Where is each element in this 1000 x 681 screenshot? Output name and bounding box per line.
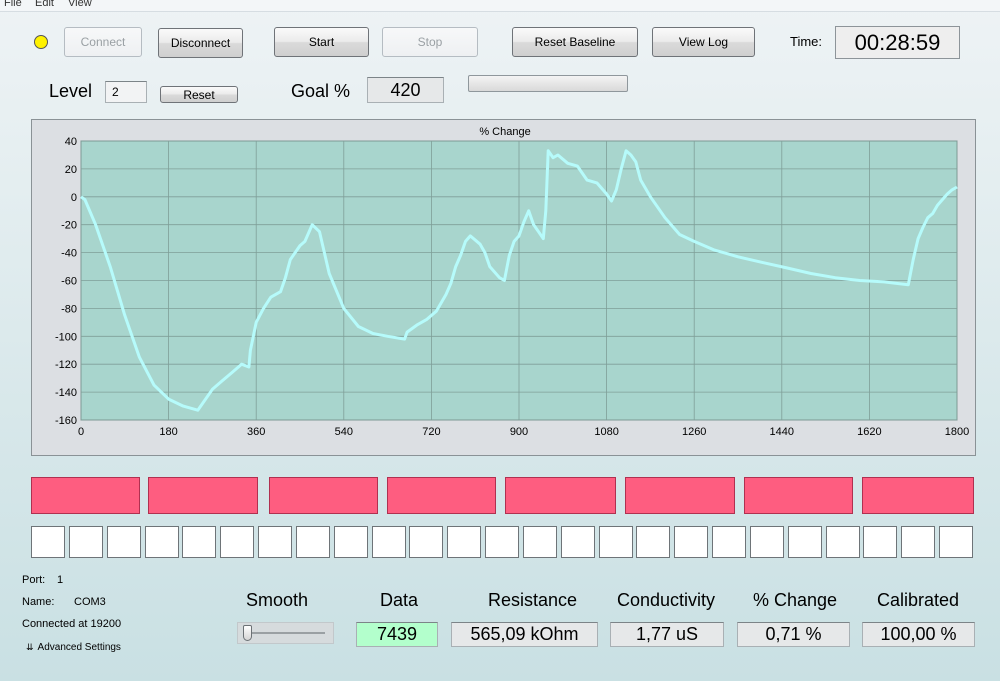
x-tick-label-5: 900 [510,426,528,438]
indicator-white-15 [561,526,595,558]
indicator-red-5 [505,477,616,514]
y-tick-label-0: 40 [65,136,77,148]
x-tick-label-6: 1080 [594,426,618,438]
indicator-white-16 [599,526,633,558]
x-tick-label-1: 180 [159,426,177,438]
indicator-red-7 [744,477,853,514]
resistance-label: Resistance [488,590,578,610]
level-reset-button[interactable]: Reset [160,86,238,103]
indicator-white-21 [788,526,822,558]
indicator-white-20 [750,526,784,558]
calibrated-label: Calibrated [877,590,960,610]
y-tick-label-8: -120 [55,359,77,371]
goal-progress-bar [468,75,628,92]
advanced-settings-toggle[interactable]: ⇊ Advanced Settings [26,642,121,653]
indicator-red-8 [862,477,974,514]
y-tick-label-5: -60 [61,276,77,288]
indicator-white-19 [712,526,746,558]
indicator-white-11 [409,526,443,558]
indicator-white-22 [826,526,860,558]
y-tick-label-7: -100 [55,331,77,343]
stop-button[interactable]: Stop [382,27,478,57]
indicator-white-8 [296,526,330,558]
indicator-white-18 [674,526,708,558]
goal-label: Goal % [291,81,351,101]
y-tick-label-1: 20 [65,164,77,176]
smooth-slider[interactable] [237,622,334,644]
menu-edit[interactable]: Edit [35,0,54,9]
advanced-settings-label: Advanced Settings [37,642,121,653]
y-tick-label-9: -140 [55,387,77,399]
indicator-white-24 [901,526,935,558]
indicator-white-6 [220,526,254,558]
change-chart: % Change 0 180 360 540 720 900 1080 1260 1440 162… [55,126,969,438]
indicator-white-1 [31,526,65,558]
indicator-red-4 [387,477,496,514]
menu-view[interactable]: View [68,0,92,9]
indicator-white-7 [258,526,292,558]
disconnect-button[interactable]: Disconnect [158,28,243,58]
name-value: COM3 [74,596,106,608]
indicator-white-12 [447,526,481,558]
smooth-slider-thumb[interactable] [243,625,252,641]
time-display: 00:28:59 [835,26,960,59]
indicator-white-3 [107,526,141,558]
menu-file[interactable]: File [4,0,22,9]
port-label: Port: [22,574,46,586]
resistance-value: 565,09 kOhm [451,622,598,647]
data-value: 7439 [356,622,438,647]
percent-change-label: % Change [753,590,838,610]
x-tick-label-3: 540 [335,426,353,438]
reset-baseline-button[interactable]: Reset Baseline [512,27,638,57]
x-tick-label-8: 1440 [770,426,794,438]
goal-value[interactable]: 420 [367,77,444,103]
indicator-red-3 [269,477,378,514]
conductivity-label: Conductivity [617,590,716,610]
indicator-red-2 [148,477,258,514]
status-led [34,35,48,49]
x-tick-label-9: 1620 [857,426,881,438]
menu-bar: File Edit View [0,0,1000,12]
indicator-white-9 [334,526,368,558]
slider-track-line [246,632,325,634]
chart-panel: % Change 0 180 360 540 720 900 1080 1260 1440 162… [31,119,976,456]
y-tick-label-6: -80 [61,303,77,315]
x-tick-label-0: 0 [78,426,84,438]
connect-button[interactable]: Connect [64,27,142,57]
chevron-double-down-icon: ⇊ [26,642,34,652]
view-log-button[interactable]: View Log [652,27,755,57]
indicator-white-4 [145,526,179,558]
y-tick-label-4: -40 [61,248,77,260]
conductivity-value: 1,77 uS [610,622,724,647]
indicator-white-25 [939,526,973,558]
x-tick-label-7: 1260 [682,426,706,438]
connection-status: Connected at 19200 [22,618,122,630]
chart-title: % Change [479,126,530,138]
indicator-red-1 [31,477,140,514]
indicator-red-6 [625,477,735,514]
percent-change-value: 0,71 % [737,622,850,647]
x-tick-label-4: 720 [422,426,440,438]
level-label: Level [49,81,93,101]
calibrated-value: 100,00 % [862,622,975,647]
indicator-white-17 [636,526,670,558]
indicator-white-5 [182,526,216,558]
x-tick-label-10: 1800 [945,426,969,438]
start-button[interactable]: Start [274,27,369,57]
y-tick-label-10: -160 [55,415,77,427]
level-input[interactable]: 2 [105,81,147,103]
data-label: Data [380,590,419,610]
indicator-white-10 [372,526,406,558]
indicator-white-13 [485,526,519,558]
x-tick-label-2: 360 [247,426,265,438]
indicator-white-14 [523,526,557,558]
port-value: 1 [57,574,64,586]
name-label: Name: [22,596,55,608]
smooth-label: Smooth [246,590,309,610]
y-tick-label-2: 0 [71,192,77,204]
y-tick-label-3: -20 [61,220,77,232]
indicator-white-23 [863,526,897,558]
indicator-white-2 [69,526,103,558]
time-label: Time: [790,34,823,49]
